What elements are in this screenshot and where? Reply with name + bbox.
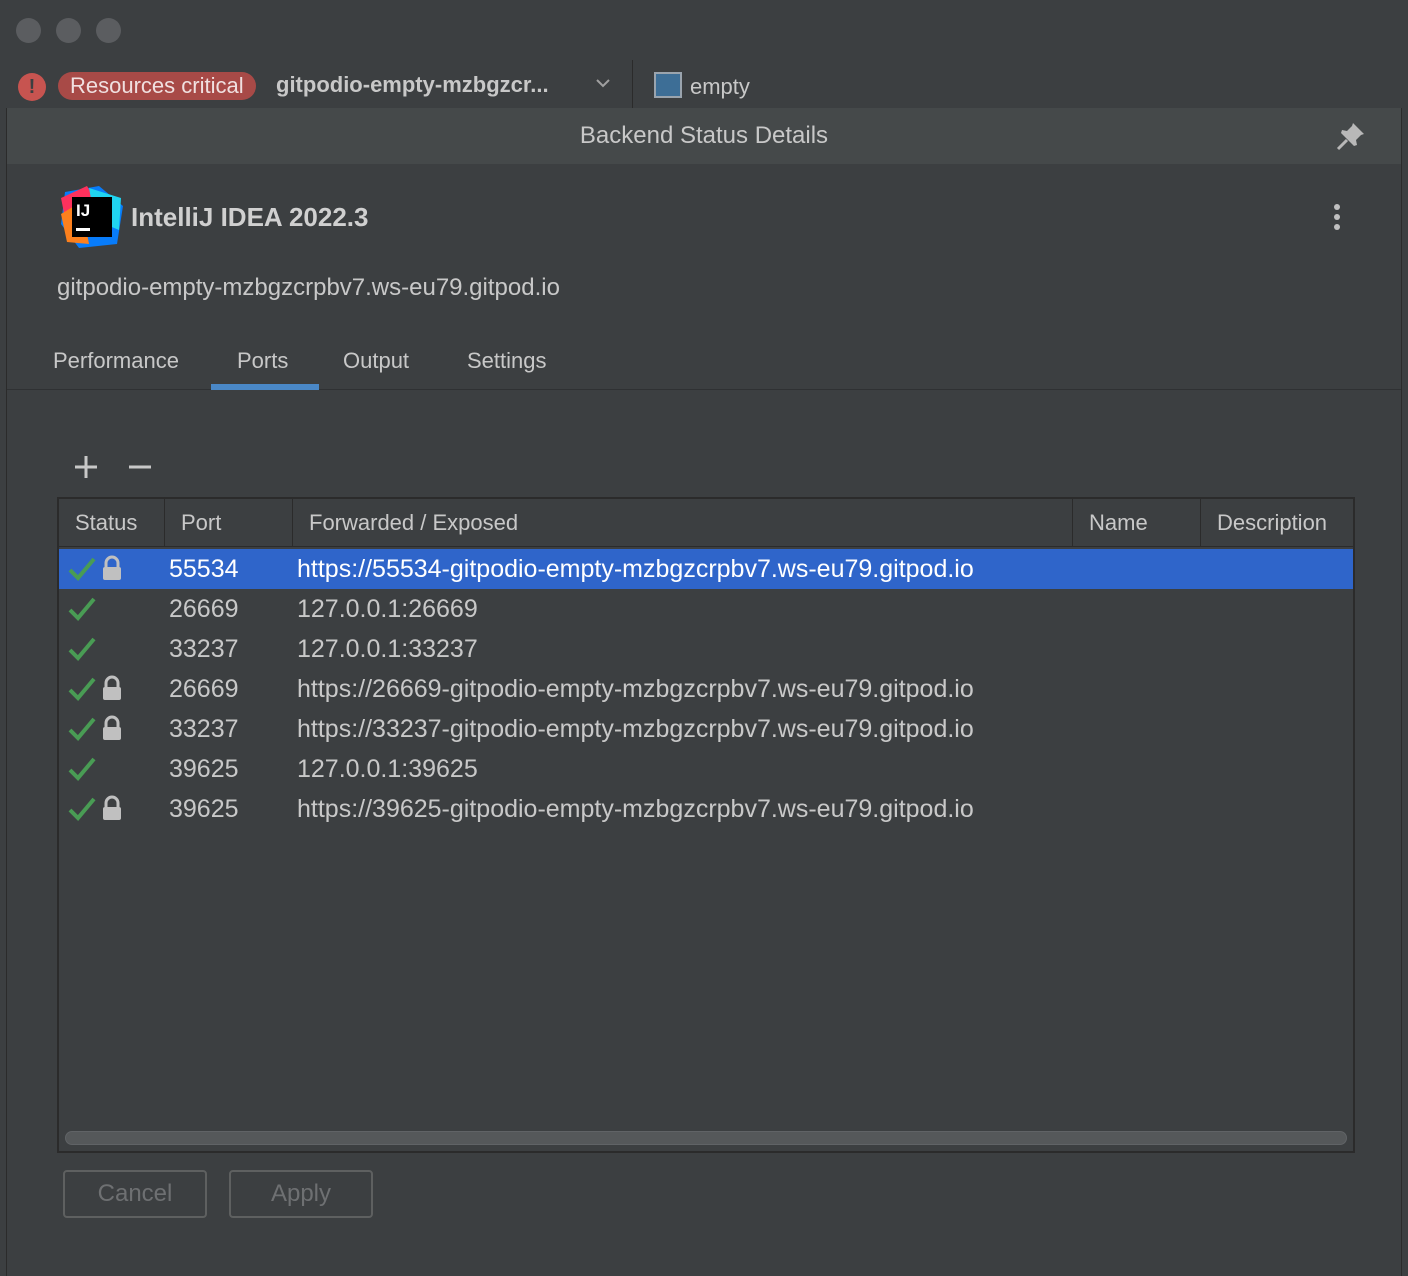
port-cell: 33237 — [169, 714, 239, 743]
logo-text: IJ — [76, 201, 90, 220]
forwarded-cell: https://26669-gitpodio-empty-mzbgzcrpbv7… — [297, 674, 974, 703]
cancel-button[interactable]: Cancel — [63, 1170, 207, 1218]
workspace-selector-label[interactable]: gitpodio-empty-mzbgzcr... — [276, 72, 549, 98]
column-header-forwarded[interactable]: Forwarded / Exposed — [293, 499, 1073, 547]
toolbar-separator — [632, 60, 633, 108]
chevron-down-icon[interactable] — [594, 74, 612, 92]
apply-button[interactable]: Apply — [229, 1170, 373, 1218]
table-row[interactable]: 33237 https://33237-gitpodio-empty-mzbgzc… — [59, 709, 1353, 749]
intellij-logo-icon: IJ — [61, 186, 123, 248]
forwarded-cell: https://55534-gitpodio-empty-mzbgzcrpbv7… — [297, 554, 974, 583]
project-window-icon — [654, 72, 682, 98]
status-cell — [67, 795, 127, 823]
port-cell: 39625 — [169, 794, 239, 823]
close-window-button[interactable] — [16, 18, 41, 43]
workspace-host: gitpodio-empty-mzbgzcrpbv7.ws-eu79.gitpo… — [57, 274, 560, 301]
port-cell: 33237 — [169, 634, 239, 663]
lock-icon — [103, 675, 121, 700]
minimize-window-button[interactable] — [56, 18, 81, 43]
forwarded-cell: https://33237-gitpodio-empty-mzbgzcrpbv7… — [297, 714, 974, 743]
port-cell: 26669 — [169, 674, 239, 703]
table-row[interactable]: 39625 127.0.0.1:39625 — [59, 749, 1353, 789]
forwarded-cell: 127.0.0.1:26669 — [297, 594, 478, 623]
port-cell: 26669 — [169, 594, 239, 623]
tab-ports[interactable]: Ports — [237, 348, 288, 374]
resources-critical-badge[interactable]: Resources critical — [58, 72, 256, 100]
check-icon — [68, 757, 96, 781]
table-row[interactable]: 39625 https://39625-gitpodio-empty-mzbgzc… — [59, 789, 1353, 829]
table-row[interactable]: 55534 https://55534-gitpodio-empty-mzbgzc… — [59, 549, 1353, 589]
column-header-status[interactable]: Status — [59, 499, 165, 547]
product-name: IntelliJ IDEA 2022.3 — [131, 202, 369, 232]
zoom-window-button[interactable] — [96, 18, 121, 43]
tab-bar: Performance Ports Output Settings — [7, 336, 1401, 390]
selected-tab-indicator — [211, 384, 319, 390]
status-cell — [67, 635, 127, 663]
window: ! Resources critical gitpodio-empty-mzbg… — [0, 0, 1408, 1276]
plus-icon[interactable] — [73, 454, 99, 480]
check-icon — [68, 717, 96, 741]
check-icon — [68, 557, 96, 581]
table-header: Status Port Forwarded / Exposed Name Des… — [59, 499, 1353, 547]
check-icon — [68, 637, 96, 661]
column-header-description[interactable]: Description — [1201, 499, 1355, 547]
popup-title: Backend Status Details — [579, 122, 829, 149]
table-row[interactable]: 26669 https://26669-gitpodio-empty-mzbgzc… — [59, 669, 1353, 709]
status-cell — [67, 675, 127, 703]
status-cell — [67, 555, 127, 583]
port-cell: 39625 — [169, 754, 239, 783]
check-icon — [68, 797, 96, 821]
lock-icon — [103, 715, 121, 740]
forwarded-cell: 127.0.0.1:39625 — [297, 754, 478, 783]
popup-header: Backend Status Details — [7, 108, 1401, 164]
table-row[interactable]: 26669 127.0.0.1:26669 — [59, 589, 1353, 629]
backend-status-popup: Backend Status Details IJ IntelliJ IDEA … — [6, 108, 1402, 1276]
project-name[interactable]: empty — [690, 74, 750, 100]
forwarded-cell: 127.0.0.1:33237 — [297, 634, 478, 663]
status-cell — [67, 595, 127, 623]
column-header-name[interactable]: Name — [1073, 499, 1201, 547]
status-cell — [67, 715, 127, 743]
forwarded-cell: https://39625-gitpodio-empty-mzbgzcrpbv7… — [297, 794, 974, 823]
horizontal-scrollbar[interactable] — [65, 1131, 1347, 1145]
error-icon[interactable]: ! — [18, 73, 46, 101]
check-icon — [68, 597, 96, 621]
pin-icon[interactable] — [1335, 120, 1367, 152]
tab-output[interactable]: Output — [343, 348, 409, 374]
port-cell: 55534 — [169, 554, 239, 583]
minus-icon[interactable] — [127, 454, 153, 480]
more-vertical-icon[interactable] — [1333, 204, 1341, 232]
tab-settings[interactable]: Settings — [467, 348, 547, 374]
lock-icon — [103, 795, 121, 820]
check-icon — [68, 677, 96, 701]
toolbar: ! Resources critical gitpodio-empty-mzbg… — [0, 60, 1408, 110]
table-row[interactable]: 33237 127.0.0.1:33237 — [59, 629, 1353, 669]
ports-table: Status Port Forwarded / Exposed Name Des… — [57, 497, 1355, 1153]
column-header-port[interactable]: Port — [165, 499, 293, 547]
status-cell — [67, 755, 127, 783]
lock-icon — [103, 555, 121, 580]
tab-performance[interactable]: Performance — [53, 348, 179, 374]
title-bar — [0, 0, 1408, 60]
